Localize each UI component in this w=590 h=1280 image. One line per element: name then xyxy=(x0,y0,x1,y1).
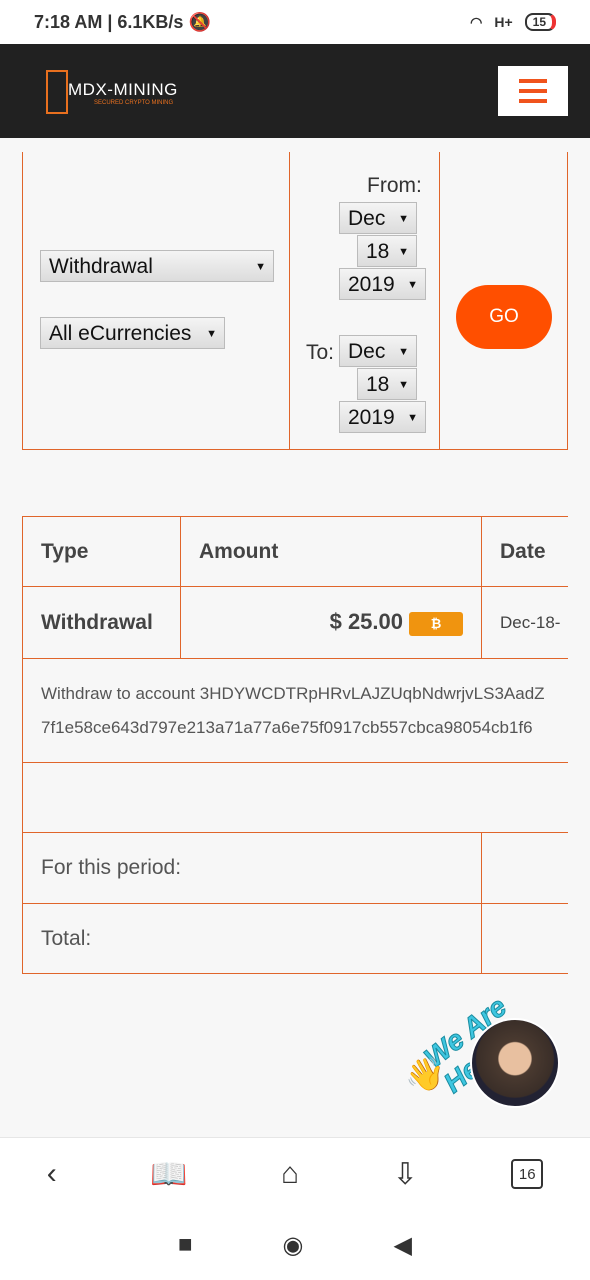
to-day-select[interactable]: 18 xyxy=(357,368,417,400)
empty-cell xyxy=(22,762,568,833)
bookmarks-icon[interactable]: 📖 xyxy=(150,1157,187,1192)
back-icon[interactable]: ‹ xyxy=(47,1157,57,1191)
table-row: Withdrawal $ 25.00 ₿ Dec-18- xyxy=(22,586,568,659)
from-label: From: xyxy=(367,174,422,197)
site-header: MDX-MINING SECURED CRYPTO MINING xyxy=(0,44,590,138)
to-label: To: xyxy=(306,341,335,364)
home-circle-icon[interactable]: ◉ xyxy=(283,1231,304,1260)
period-row: For this period: xyxy=(22,832,568,904)
logo-frame-icon xyxy=(46,70,68,114)
table-header-row: Type Amount Date xyxy=(22,516,568,587)
period-value xyxy=(481,832,568,904)
results-table: Type Amount Date Withdrawal $ 25.00 ₿ Dec… xyxy=(22,516,568,974)
back-triangle-icon[interactable]: ◀ xyxy=(393,1231,411,1260)
row-type: Withdrawal xyxy=(22,586,181,659)
wifi-icon: ◠ xyxy=(470,13,483,30)
period-label: For this period: xyxy=(22,832,482,904)
row-date: Dec-18- xyxy=(481,586,568,659)
go-button[interactable]: GO xyxy=(456,285,552,349)
hamburger-line xyxy=(519,99,547,103)
description-line-2: 7f1e58ce643d797e213a71a77a6e75f0917cb557… xyxy=(41,717,533,737)
total-label: Total: xyxy=(22,903,482,974)
mute-bell-icon: 🔕 xyxy=(188,11,211,32)
system-nav-bar: ■ ◉ ◀ xyxy=(0,1210,590,1280)
from-month-select[interactable]: Dec xyxy=(339,202,417,234)
to-month-select[interactable]: Dec xyxy=(339,335,417,367)
tabs-button[interactable]: 16 xyxy=(511,1159,544,1189)
from-year-select[interactable]: 2019 xyxy=(339,268,426,300)
empty-row xyxy=(22,762,568,833)
signal-label: H+ xyxy=(494,14,513,30)
currency-select[interactable]: All eCurrencies xyxy=(40,317,225,349)
hamburger-icon xyxy=(519,79,547,83)
download-icon[interactable]: ⇩ xyxy=(393,1157,418,1192)
to-year-select[interactable]: 2019 xyxy=(339,401,426,433)
waving-hand-icon: 👋 xyxy=(405,1056,445,1092)
logo-subtitle: SECURED CRYPTO MINING xyxy=(94,100,174,106)
type-select[interactable]: Withdrawal xyxy=(40,250,274,282)
row-description: Withdraw to account 3HDYWCDTRpHRvLAJZUqb… xyxy=(22,658,568,763)
row-amount-cell: $ 25.00 ₿ xyxy=(180,586,482,659)
bitcoin-icon: ₿ xyxy=(409,611,463,636)
chat-avatar-button[interactable] xyxy=(470,1018,560,1108)
results-table-wrapper[interactable]: Type Amount Date Withdrawal $ 25.00 ₿ Dec… xyxy=(22,516,568,974)
home-icon[interactable]: ⌂ xyxy=(281,1157,299,1191)
status-bar: 7:18 AM | 6.1KB/s 🔕 ◠ H+ 15 xyxy=(0,0,590,44)
header-type: Type xyxy=(22,516,181,587)
total-row: Total: xyxy=(22,903,568,974)
filter-cell-type xyxy=(23,152,290,449)
header-amount: Amount xyxy=(180,516,482,587)
logo-title: MDX-MINING xyxy=(68,80,178,99)
row-amount: $ 25.00 xyxy=(329,609,403,635)
browser-toolbar: ‹ 📖 ⌂ ⇩ 16 xyxy=(0,1137,590,1210)
menu-button[interactable] xyxy=(498,66,568,116)
recents-icon[interactable]: ■ xyxy=(178,1231,193,1259)
status-time: 7:18 AM xyxy=(34,11,103,32)
logo[interactable]: MDX-MINING SECURED CRYPTO MINING xyxy=(46,70,196,114)
table-row-description: Withdraw to account 3HDYWCDTRpHRvLAJZUqb… xyxy=(22,658,568,763)
hamburger-line xyxy=(519,89,547,93)
header-date: Date xyxy=(481,516,568,587)
description-line-1: Withdraw to account 3HDYWCDTRpHRvLAJZUqb… xyxy=(41,683,545,703)
battery-icon: 15 xyxy=(524,13,556,31)
network-speed: 6.1KB/s xyxy=(117,11,184,32)
from-day-select[interactable]: 18 xyxy=(357,235,417,267)
